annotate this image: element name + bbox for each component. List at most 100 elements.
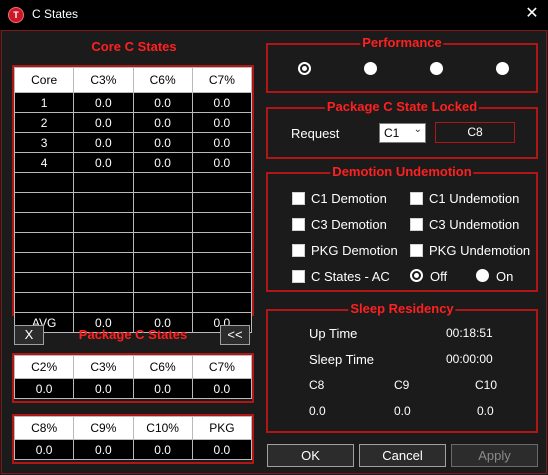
table-header-row: C2% C3% C6% C7% [13, 355, 253, 379]
table-cell: 0.0 [191, 378, 253, 399]
cancel-button[interactable]: Cancel [359, 444, 446, 467]
column-header: Core [13, 67, 75, 93]
table-cell [73, 252, 134, 273]
package-c-states-title: Package C States [78, 327, 188, 342]
table-cell: 0.0 [73, 439, 134, 460]
close-icon[interactable]: ✕ [520, 3, 544, 25]
table-cell [73, 192, 134, 213]
table-row [13, 232, 253, 253]
table-cell: 0.0 [73, 378, 134, 399]
c8-label: C8 [309, 378, 325, 392]
column-header: C3% [73, 67, 134, 93]
table-cell [73, 212, 134, 233]
c-states-ac-checkbox[interactable] [292, 270, 305, 283]
pkg-undemotion-checkbox[interactable] [410, 244, 423, 257]
c1-undemotion-checkbox[interactable] [410, 192, 423, 205]
window-title: C States [32, 7, 79, 21]
c10-value: 0.0 [477, 404, 494, 418]
clear-button[interactable]: X [14, 325, 44, 345]
column-header: C2% [13, 355, 75, 379]
sleep-residency-group: Sleep Residency Up Time 00:18:51 Sleep T… [266, 301, 538, 433]
column-header: C8% [13, 416, 75, 440]
table-cell: 2 [13, 112, 75, 133]
pkg-demotion-checkbox[interactable] [292, 244, 305, 257]
table-row [13, 192, 253, 213]
core-c-states-title: Core C States [91, 39, 177, 54]
c1-demotion-checkbox[interactable] [292, 192, 305, 205]
performance-radio-3[interactable] [430, 62, 443, 75]
package-table-2-frame: C8% C9% C10% PKG 0.0 0.0 0.0 0.0 [12, 414, 254, 464]
table-cell [191, 172, 253, 193]
performance-radio-1[interactable] [298, 62, 311, 75]
demotion-undemotion-title: Demotion Undemotion [330, 164, 474, 179]
up-time-label: Up Time [309, 326, 358, 341]
c1-demotion-label: C1 Demotion [311, 191, 387, 206]
off-label: Off [430, 269, 448, 284]
column-header: PKG [191, 416, 253, 440]
table-cell: 0.0 [191, 132, 253, 153]
table-cell: 0.0 [132, 112, 193, 133]
table-cell [132, 292, 193, 313]
table-cell [13, 192, 75, 213]
performance-group: Performance [266, 35, 538, 93]
table-cell [73, 292, 134, 313]
table-row: 3 0.0 0.0 0.0 [13, 132, 253, 153]
apply-button[interactable]: Apply [451, 444, 538, 467]
on-label: On [496, 269, 514, 284]
c3-demotion-checkbox[interactable] [292, 218, 305, 231]
table-cell [132, 192, 193, 213]
table-row [13, 292, 253, 313]
table-row [13, 252, 253, 273]
table-cell: 0.0 [132, 152, 193, 173]
table-cell: 0.0 [132, 378, 193, 399]
c3-demotion-label: C3 Demotion [311, 217, 387, 232]
table-cell [132, 252, 193, 273]
table-cell [191, 292, 253, 313]
table-cell: 0.0 [191, 92, 253, 113]
table-cell [73, 172, 134, 193]
table-cell [132, 212, 193, 233]
table-cell [13, 172, 75, 193]
collapse-button[interactable]: << [220, 325, 250, 345]
table-header-row: Core C3% C6% C7% [13, 67, 253, 93]
off-radio[interactable] [410, 269, 423, 282]
column-header: C7% [191, 67, 253, 93]
column-header: C3% [73, 355, 134, 379]
sleep-time-label: Sleep Time [309, 352, 375, 367]
column-header: C6% [132, 67, 193, 93]
c3-undemotion-checkbox[interactable] [410, 218, 423, 231]
request-label: Request [291, 126, 340, 141]
performance-radio-2[interactable] [364, 62, 377, 75]
table-cell: 0.0 [191, 439, 253, 460]
table-cell [191, 232, 253, 253]
table-cell [191, 252, 253, 273]
core-c-states-frame: Core C3% C6% C7% 1 0.0 0.0 0.0 2 0.0 0.0 0.0 3 0.0 0.0… [12, 65, 254, 333]
table-row [13, 272, 253, 293]
demotion-undemotion-group: Demotion Undemotion C1 Demotion C1 Undem… [266, 164, 538, 292]
c9-value: 0.0 [394, 404, 411, 418]
ok-button[interactable]: OK [267, 444, 354, 467]
package-c-states-table-1: C2% C3% C6% C7% 0.0 0.0 0.0 0.0 [13, 355, 253, 399]
table-cell [191, 272, 253, 293]
c10-label: C10 [475, 378, 498, 392]
table-cell: 0.0 [13, 378, 75, 399]
column-header: C7% [191, 355, 253, 379]
table-cell: 0.0 [73, 132, 134, 153]
c8-value: 0.0 [309, 404, 326, 418]
c9-label: C9 [394, 378, 410, 392]
performance-title: Performance [360, 35, 444, 50]
table-cell [132, 272, 193, 293]
table-row [13, 172, 253, 193]
table-cell [13, 252, 75, 273]
performance-radio-4[interactable] [496, 62, 509, 75]
table-cell: 0.0 [132, 132, 193, 153]
locked-state-value: C8 [435, 122, 515, 143]
up-time-value: 00:18:51 [446, 326, 493, 340]
on-radio[interactable] [476, 269, 489, 282]
table-cell: 3 [13, 132, 75, 153]
pkg-undemotion-label: PKG Undemotion [429, 243, 531, 258]
table-cell: 0.0 [191, 112, 253, 133]
request-select[interactable]: C1 ⌄ [379, 123, 426, 143]
table-cell: 0.0 [191, 152, 253, 173]
chevron-down-icon: ⌄ [413, 124, 422, 135]
